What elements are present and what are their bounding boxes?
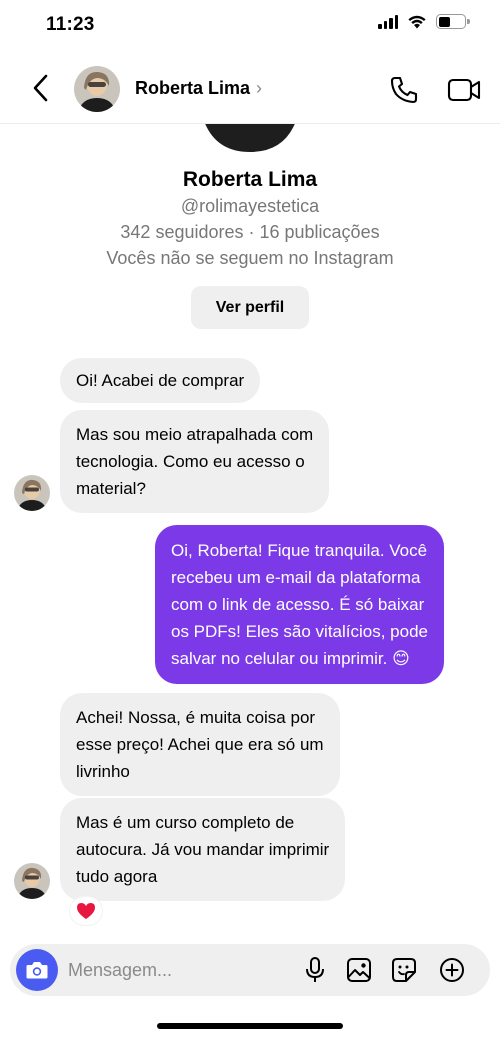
wifi-icon bbox=[408, 15, 426, 29]
battery-icon bbox=[436, 14, 470, 29]
heart-reaction[interactable] bbox=[70, 897, 102, 925]
sticker-icon bbox=[392, 958, 416, 982]
header-name-text: Roberta Lima bbox=[135, 78, 251, 98]
profile-name: Roberta Lima bbox=[182, 168, 318, 191]
back-button[interactable] bbox=[24, 72, 56, 104]
view-profile-button[interactable]: Ver perfil bbox=[191, 286, 309, 329]
chevron-right-icon: › bbox=[256, 78, 263, 98]
message-line: os PDFs! Eles são vitalícios, pode bbox=[171, 622, 429, 641]
phone-icon bbox=[390, 76, 418, 104]
message-line: tecnologia. Como eu acesso o bbox=[76, 452, 305, 471]
profile-handle: @rolimayestetica bbox=[180, 196, 320, 216]
microphone-button[interactable] bbox=[301, 956, 329, 984]
message-line: esse preço! Achei que era só um bbox=[76, 735, 324, 754]
message-line: livrinho bbox=[76, 762, 130, 781]
home-indicator[interactable] bbox=[157, 1023, 343, 1029]
message-bubble-incoming[interactable]: Oi! Acabei de comprar bbox=[60, 358, 261, 403]
image-icon bbox=[347, 958, 371, 982]
camera-button[interactable] bbox=[16, 949, 58, 991]
status-bar: 11:23 bbox=[0, 0, 500, 54]
microphone-icon bbox=[306, 957, 324, 982]
add-button[interactable] bbox=[438, 956, 466, 984]
sticker-button[interactable] bbox=[390, 956, 418, 984]
message-bubble-outgoing[interactable]: Oi, Roberta! Fique tranquila. Você receb… bbox=[155, 525, 445, 684]
message-bubble-incoming[interactable]: Mas é um curso completo de autocura. Já … bbox=[60, 798, 346, 901]
header-avatar[interactable] bbox=[74, 66, 120, 112]
message-line: Oi, Roberta! Fique tranquila. Você bbox=[171, 541, 428, 560]
message-line: recebeu um e-mail da plataforma bbox=[171, 568, 421, 587]
message-line: salvar no celular ou imprimir. 😊 bbox=[171, 649, 410, 668]
profile-stats: 342 seguidores · 16 publicações bbox=[120, 222, 380, 242]
message-line: Mas é um curso completo de bbox=[76, 813, 295, 832]
video-camera-icon bbox=[447, 78, 481, 102]
chat-header: Roberta Lima › bbox=[0, 54, 500, 124]
message-line: autocura. Já vou mandar imprimir bbox=[76, 840, 330, 859]
message-input[interactable] bbox=[68, 944, 288, 996]
sender-avatar[interactable] bbox=[14, 475, 50, 511]
camera-icon bbox=[26, 962, 48, 979]
cellular-signal-icon bbox=[378, 14, 398, 29]
message-line: com o link de acesso. É só baixar bbox=[171, 595, 425, 614]
message-composer bbox=[10, 944, 490, 996]
back-icon bbox=[33, 74, 48, 102]
video-call-button[interactable] bbox=[446, 74, 482, 106]
message-line: material? bbox=[76, 479, 146, 498]
header-contact-name[interactable]: Roberta Lima › bbox=[135, 78, 262, 99]
gallery-button[interactable] bbox=[345, 956, 373, 984]
heart-icon bbox=[77, 903, 95, 919]
status-time: 11:23 bbox=[46, 14, 95, 35]
voice-call-button[interactable] bbox=[388, 74, 420, 106]
message-line: Achei! Nossa, é muita coisa por bbox=[76, 708, 316, 727]
message-bubble-incoming[interactable]: Mas sou meio atrapalhada com tecnologia.… bbox=[60, 410, 330, 513]
sender-avatar[interactable] bbox=[14, 863, 50, 899]
status-icons bbox=[378, 14, 470, 29]
message-text: Oi! Acabei de comprar bbox=[76, 371, 245, 390]
plus-icon bbox=[440, 958, 464, 982]
profile-follow-status: Vocês não se seguem no Instagram bbox=[106, 248, 394, 268]
message-line: Mas sou meio atrapalhada com bbox=[76, 425, 314, 444]
message-line: tudo agora bbox=[76, 867, 158, 886]
message-bubble-incoming[interactable]: Achei! Nossa, é muita coisa por esse pre… bbox=[60, 693, 340, 796]
